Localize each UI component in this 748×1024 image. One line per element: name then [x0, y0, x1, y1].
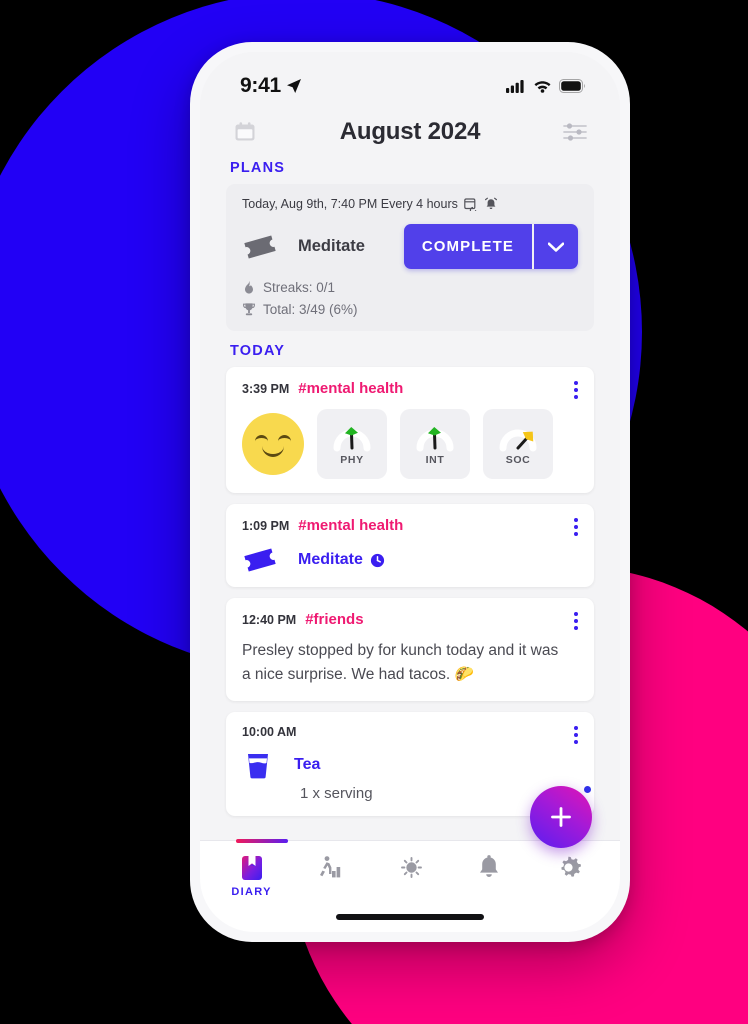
- gauge-label-soc: SOC: [505, 453, 531, 466]
- gauge-label-phy: PHY: [340, 453, 364, 466]
- battery-full-icon: [559, 79, 585, 93]
- tab-activity[interactable]: [299, 854, 363, 882]
- book-icon: [241, 856, 262, 880]
- trophy-icon: [243, 303, 255, 316]
- active-tab-indicator: [236, 839, 288, 843]
- entry-time: 1:09 PM: [242, 518, 290, 533]
- bottom-tab-bar: DIARY: [200, 839, 620, 902]
- ticket-icon: [244, 234, 276, 259]
- diary-entry-note[interactable]: 12:40 PM #friends Presley stopped by for…: [226, 598, 594, 702]
- entry-header: 10:00 AM: [242, 725, 578, 739]
- plus-icon: [551, 807, 571, 827]
- kebab-menu-icon[interactable]: [574, 726, 578, 745]
- flame-icon: [245, 280, 253, 294]
- calendar-icon[interactable]: [230, 120, 260, 144]
- sun-icon: [401, 857, 422, 878]
- drink-glass-icon: [248, 754, 268, 779]
- screenshot-canvas: 9:41 August 2024 PLANS Today, Aug 9th, 7…: [0, 0, 748, 1024]
- entry-item-row: Tea: [242, 750, 578, 780]
- location-arrow-icon: [286, 79, 301, 93]
- section-label-today: TODAY: [230, 343, 286, 359]
- section-label-plans: PLANS: [230, 160, 286, 176]
- bell-icon: [480, 855, 499, 877]
- page-title: August 2024: [339, 118, 481, 145]
- fab-notification-dot: [584, 786, 591, 793]
- complete-button-group[interactable]: COMPLETE: [403, 224, 578, 269]
- mood-row: PHY INT SOC: [242, 409, 578, 479]
- home-indicator-bar: [336, 914, 484, 920]
- plan-card[interactable]: Today, Aug 9th, 7:40 PM Every 4 hours Me…: [226, 184, 594, 331]
- plan-stat-total: Total: 3/49 (6%): [242, 302, 578, 317]
- tab-reminders[interactable]: [457, 854, 521, 882]
- entry-header: 12:40 PM #friends: [242, 611, 578, 628]
- plan-name: Meditate: [298, 237, 365, 255]
- gauge-icon: [416, 426, 454, 451]
- entry-time: 3:39 PM: [242, 381, 290, 396]
- plan-meta-row: Today, Aug 9th, 7:40 PM Every 4 hours: [242, 197, 578, 211]
- entry-time: 10:00 AM: [242, 725, 297, 740]
- status-bar-time: 9:41: [240, 74, 281, 97]
- filter-sliders-icon[interactable]: [560, 121, 590, 143]
- gauge-tile-phy[interactable]: PHY: [317, 409, 387, 479]
- entry-tag: #mental health: [298, 517, 404, 534]
- kebab-menu-icon[interactable]: [574, 381, 578, 399]
- scroll-content[interactable]: PLANS Today, Aug 9th, 7:40 PM Every 4 ho…: [200, 148, 620, 840]
- plan-main-row: Meditate COMPLETE: [242, 224, 578, 269]
- gear-icon: [561, 856, 581, 877]
- plan-streaks-text: Streaks: 0/1: [263, 280, 336, 295]
- kebab-menu-icon[interactable]: [574, 612, 578, 630]
- smiling-face-icon: [242, 413, 304, 475]
- ticket-icon: [244, 548, 276, 572]
- gauge-icon: [333, 426, 371, 451]
- app-header: August 2024: [200, 108, 620, 148]
- clock-badge-icon: [370, 553, 385, 567]
- status-bar-left: 9:41: [240, 74, 302, 98]
- entry-item-name: Tea: [294, 756, 321, 774]
- tab-weather[interactable]: [378, 854, 442, 882]
- chevron-down-icon: [548, 242, 564, 252]
- gauge-tile-soc[interactable]: SOC: [483, 409, 553, 479]
- status-bar: 9:41: [200, 52, 620, 108]
- entry-header: 3:39 PM #mental health: [242, 380, 578, 397]
- entry-tag: #mental health: [298, 380, 404, 397]
- diary-entry-mood[interactable]: 3:39 PM #mental health PHY INT SOC: [226, 367, 594, 493]
- entry-item-row: Meditate: [242, 547, 578, 573]
- phone-device-frame: 9:41 August 2024 PLANS Today, Aug 9th, 7…: [190, 42, 630, 942]
- plan-total-text: Total: 3/49 (6%): [263, 302, 358, 317]
- entry-note-text: Presley stopped by for kunch today and i…: [242, 642, 559, 684]
- add-entry-fab[interactable]: [530, 786, 592, 848]
- tab-label-diary: DIARY: [231, 886, 272, 898]
- entry-item-name-wrap: Meditate: [298, 551, 385, 569]
- diary-entry-plan[interactable]: 1:09 PM #mental health Meditate: [226, 504, 594, 587]
- entry-item-name: Meditate: [298, 551, 363, 568]
- activity-stats-icon: [319, 856, 340, 878]
- entry-tag: #friends: [305, 611, 364, 628]
- gauge-label-int: INT: [425, 453, 445, 466]
- wifi-icon: [534, 81, 551, 93]
- cellular-signal-icon: [506, 80, 524, 93]
- tab-diary[interactable]: DIARY: [220, 854, 284, 898]
- tab-settings[interactable]: [536, 854, 600, 881]
- plan-stat-streaks: Streaks: 0/1: [242, 280, 578, 295]
- entry-header: 1:09 PM #mental health: [242, 517, 578, 534]
- status-bar-right: [506, 79, 586, 93]
- complete-button[interactable]: COMPLETE: [403, 224, 532, 269]
- complete-dropdown-button[interactable]: [532, 224, 578, 269]
- calendar-repeat-icon: [464, 198, 477, 211]
- plan-schedule-text: Today, Aug 9th, 7:40 PM Every 4 hours: [242, 197, 458, 211]
- gauge-icon: [499, 429, 537, 451]
- kebab-menu-icon[interactable]: [574, 518, 578, 536]
- home-indicator-area: [200, 902, 620, 932]
- plan-identity: Meditate: [242, 234, 365, 260]
- alarm-bell-icon: [484, 197, 497, 209]
- entry-time: 12:40 PM: [242, 612, 297, 627]
- phone-screen: 9:41 August 2024 PLANS Today, Aug 9th, 7…: [200, 52, 620, 932]
- gauge-tile-int[interactable]: INT: [400, 409, 470, 479]
